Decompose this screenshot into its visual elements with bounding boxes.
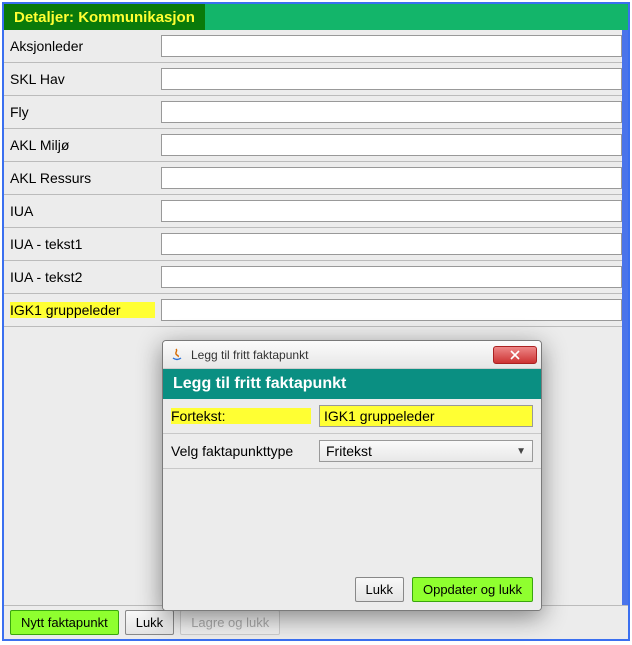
field-label: AKL Miljø <box>10 137 155 153</box>
java-icon <box>169 347 185 363</box>
dialog-window-title: Legg til fritt faktapunkt <box>191 348 487 362</box>
type-select-value: Fritekst <box>326 443 372 459</box>
field-row: IUA <box>4 195 628 228</box>
field-label: IUA - tekst2 <box>10 269 155 285</box>
field-label: AKL Ressurs <box>10 170 155 186</box>
fortekst-input[interactable] <box>319 405 533 427</box>
field-input[interactable] <box>161 299 622 321</box>
dialog-close-button[interactable]: Lukk <box>355 577 404 602</box>
dialog-titlebar[interactable]: Legg til fritt faktapunkt <box>163 341 541 369</box>
dialog-row-fortekst: Fortekst: <box>163 399 541 434</box>
dialog-body: Fortekst: Velg faktapunkttype Fritekst ▼… <box>163 399 541 610</box>
field-label: IUA - tekst1 <box>10 236 155 252</box>
save-close-button: Lagre og lukk <box>180 610 280 635</box>
close-icon[interactable] <box>493 346 537 364</box>
scrollbar-strip[interactable] <box>622 30 628 605</box>
field-row: IUA - tekst1 <box>4 228 628 261</box>
dialog-update-button[interactable]: Oppdater og lukk <box>412 577 533 602</box>
field-row: Aksjonleder <box>4 30 628 63</box>
chevron-down-icon: ▼ <box>516 446 526 457</box>
field-label: Aksjonleder <box>10 38 155 54</box>
dialog-row-type: Velg faktapunkttype Fritekst ▼ <box>163 434 541 469</box>
field-input[interactable] <box>161 200 622 222</box>
field-input[interactable] <box>161 134 622 156</box>
field-row: IGK1 gruppeleder <box>4 294 628 327</box>
fortekst-label: Fortekst: <box>171 408 311 424</box>
field-row: Fly <box>4 96 628 129</box>
header-bar: Detaljer: Kommunikasjon <box>4 4 628 30</box>
field-label: SKL Hav <box>10 71 155 87</box>
field-label: IUA <box>10 203 155 219</box>
header-title: Detaljer: Kommunikasjon <box>4 4 205 30</box>
dialog-spacer <box>163 469 541 569</box>
field-row: AKL Ressurs <box>4 162 628 195</box>
add-factpoint-dialog: Legg til fritt faktapunkt Legg til fritt… <box>162 340 542 611</box>
dialog-heading: Legg til fritt faktapunkt <box>163 369 541 399</box>
type-select[interactable]: Fritekst ▼ <box>319 440 533 462</box>
field-input[interactable] <box>161 266 622 288</box>
new-factpoint-button[interactable]: Nytt faktapunkt <box>10 610 119 635</box>
field-input[interactable] <box>161 233 622 255</box>
field-row: SKL Hav <box>4 63 628 96</box>
field-input[interactable] <box>161 68 622 90</box>
type-label: Velg faktapunkttype <box>171 443 311 459</box>
close-button[interactable]: Lukk <box>125 610 174 635</box>
dialog-buttons: Lukk Oppdater og lukk <box>163 569 541 610</box>
field-label: IGK1 gruppeleder <box>10 302 155 318</box>
field-label: Fly <box>10 104 155 120</box>
field-input[interactable] <box>161 167 622 189</box>
field-input[interactable] <box>161 101 622 123</box>
field-row: IUA - tekst2 <box>4 261 628 294</box>
field-input[interactable] <box>161 35 622 57</box>
field-row: AKL Miljø <box>4 129 628 162</box>
